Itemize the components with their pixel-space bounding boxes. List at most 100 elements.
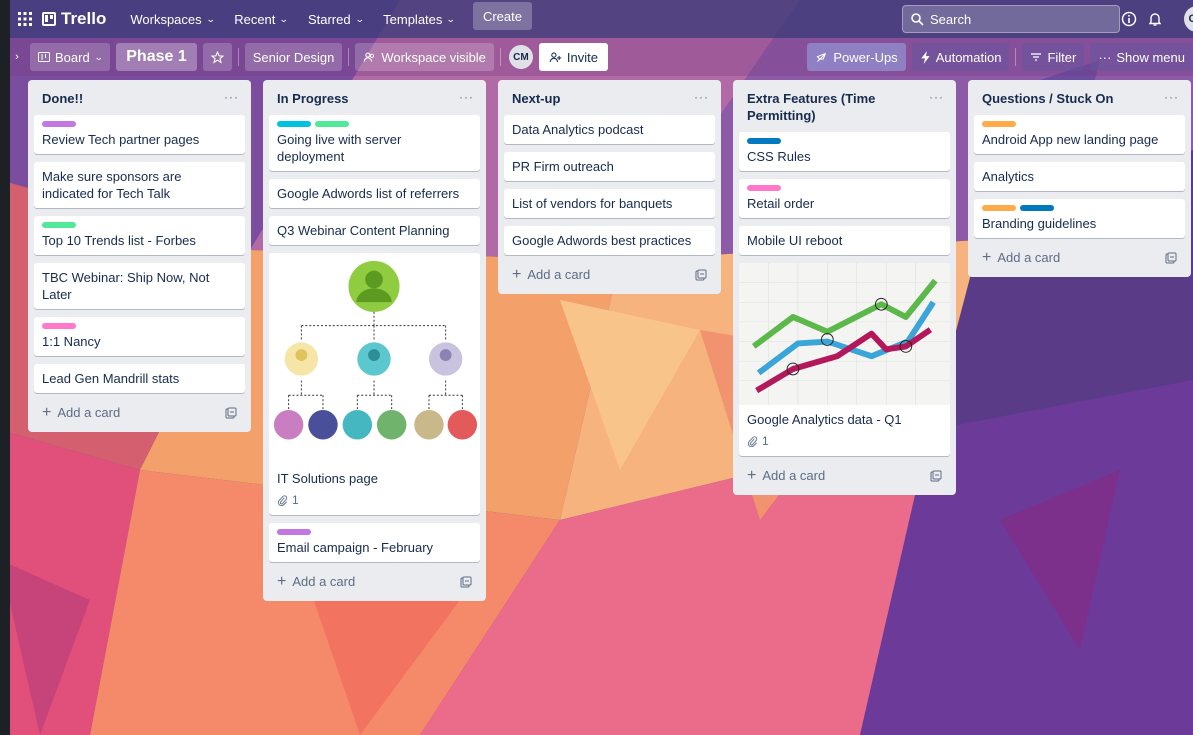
add-card-button[interactable]: + Add a card xyxy=(277,574,355,590)
create-button[interactable]: Create xyxy=(472,2,532,30)
list-menu-icon[interactable]: ··· xyxy=(694,90,709,104)
card[interactable]: Mobile UI reboot xyxy=(739,226,950,255)
card-label-green[interactable] xyxy=(315,121,349,127)
list-title[interactable]: Extra Features (Time Permitting) xyxy=(747,90,929,124)
add-card-button[interactable]: + Add a card xyxy=(982,249,1060,266)
trello-logo[interactable]: Trello xyxy=(42,9,106,29)
starred-menu[interactable]: Starred ⌄ xyxy=(298,3,373,35)
add-card-button[interactable]: + Add a card xyxy=(747,467,825,485)
power-ups-label: Power-Ups xyxy=(833,49,898,65)
filter-icon xyxy=(1031,53,1042,61)
card[interactable]: Make sure sponsors are indicated for Tec… xyxy=(34,162,245,208)
notification-bell-icon[interactable] xyxy=(1144,8,1166,30)
add-card-button[interactable]: + Add a card xyxy=(42,404,120,421)
board-view-switcher[interactable]: Board ⌄ xyxy=(30,43,111,71)
search-input[interactable] xyxy=(930,11,1110,27)
templates-menu[interactable]: Templates ⌄ xyxy=(373,3,465,35)
card[interactable]: Email campaign - February xyxy=(269,523,480,562)
visibility-button[interactable]: Workspace visible xyxy=(355,43,494,71)
create-from-template-icon[interactable] xyxy=(460,576,472,588)
card[interactable]: PR Firm outreach xyxy=(504,152,715,181)
card[interactable]: Data Analytics podcast xyxy=(504,115,715,144)
recent-menu[interactable]: Recent ⌄ xyxy=(224,3,298,35)
plus-icon: + xyxy=(42,404,52,421)
star-board-button[interactable] xyxy=(202,43,232,71)
list-menu-icon[interactable]: ··· xyxy=(929,90,944,104)
card[interactable]: Lead Gen Mandrill stats xyxy=(34,364,245,393)
attachment-badge: 1 xyxy=(277,493,472,507)
card-title: TBC Webinar: Ship Now, Not Later xyxy=(42,270,210,302)
search-box[interactable] xyxy=(902,5,1120,33)
card[interactable]: Google Analytics data - Q1 1 xyxy=(739,263,950,457)
card-label-orange[interactable] xyxy=(982,121,1016,127)
list-menu-icon[interactable]: ··· xyxy=(1164,90,1179,104)
starred-label: Starred xyxy=(307,11,351,27)
card-labels xyxy=(42,222,237,228)
card[interactable]: Top 10 Trends list - Forbes xyxy=(34,216,245,255)
workspaces-label: Workspaces xyxy=(130,11,202,27)
card-labels xyxy=(277,529,472,535)
card[interactable]: Google Adwords best practices xyxy=(504,226,715,255)
card[interactable]: Branding guidelines xyxy=(974,199,1185,238)
app-switcher-icon[interactable] xyxy=(14,8,36,30)
card[interactable]: Analytics xyxy=(974,162,1185,191)
card[interactable]: Retail order xyxy=(739,179,950,218)
create-from-template-icon[interactable] xyxy=(1165,252,1177,264)
card[interactable]: List of vendors for banquets xyxy=(504,189,715,218)
list-header[interactable]: In Progress ··· xyxy=(269,80,480,115)
card-title: Analytics xyxy=(982,169,1035,184)
card-label-blue[interactable] xyxy=(747,138,781,144)
automation-button[interactable]: Automation xyxy=(911,43,1010,71)
board-icon xyxy=(38,52,50,62)
plus-icon: + xyxy=(982,249,992,266)
list-menu-icon[interactable]: ··· xyxy=(459,90,474,104)
list-title[interactable]: In Progress xyxy=(277,90,349,107)
card[interactable]: Android App new landing page xyxy=(974,115,1185,154)
create-from-template-icon[interactable] xyxy=(930,470,942,482)
list-title[interactable]: Next-up xyxy=(512,90,560,107)
list-title[interactable]: Questions / Stuck On xyxy=(982,90,1113,107)
card[interactable]: CSS Rules xyxy=(739,132,950,171)
list-menu-icon[interactable]: ··· xyxy=(224,90,239,104)
card-label-green[interactable] xyxy=(42,222,76,228)
workspace-button[interactable]: Senior Design xyxy=(244,43,343,71)
create-from-template-icon[interactable] xyxy=(695,269,707,281)
list-header[interactable]: Extra Features (Time Permitting) ··· xyxy=(739,80,950,132)
power-ups-button[interactable]: Power-Ups xyxy=(807,43,906,71)
card[interactable]: Review Tech partner pages xyxy=(34,115,245,154)
card[interactable]: Q3 Webinar Content Planning xyxy=(269,216,480,245)
card-label-blue[interactable] xyxy=(1020,205,1054,211)
list-title[interactable]: Done!! xyxy=(42,90,83,107)
member-avatar[interactable]: CM xyxy=(508,45,533,69)
plus-icon: + xyxy=(512,266,522,283)
card[interactable]: Going live with server deployment xyxy=(269,115,480,171)
list-header[interactable]: Done!! ··· xyxy=(34,80,245,115)
card[interactable]: TBC Webinar: Ship Now, Not Later xyxy=(34,263,245,309)
sidebar-expand-icon[interactable]: › xyxy=(10,44,24,70)
board-title[interactable]: Phase 1 xyxy=(116,43,197,71)
list-header[interactable]: Questions / Stuck On ··· xyxy=(974,80,1185,115)
card-label-purple[interactable] xyxy=(277,529,311,535)
card-label-pink[interactable] xyxy=(42,323,76,329)
create-from-template-icon[interactable] xyxy=(225,407,237,419)
card[interactable]: 1:1 Nancy xyxy=(34,317,245,356)
card-label-pink[interactable] xyxy=(747,185,781,191)
board-header: › Board ⌄ Phase 1 Senior Design Workspac… xyxy=(10,38,1193,76)
card-label-orange[interactable] xyxy=(982,205,1016,211)
user-avatar[interactable]: CM xyxy=(1184,6,1193,32)
filter-button[interactable]: Filter xyxy=(1022,43,1085,71)
card-title: Branding guidelines xyxy=(982,216,1097,231)
visibility-label: Workspace visible xyxy=(381,49,486,65)
add-card-button[interactable]: + Add a card xyxy=(512,266,590,283)
info-icon[interactable] xyxy=(1118,8,1140,30)
card[interactable]: IT Solutions page 1 xyxy=(269,253,480,515)
card-label-sky[interactable] xyxy=(277,121,311,127)
card-label-purple[interactable] xyxy=(42,121,76,127)
list-header[interactable]: Next-up ··· xyxy=(504,80,715,115)
show-menu-button[interactable]: ··· Show menu xyxy=(1090,43,1193,71)
workspaces-menu[interactable]: Workspaces ⌄ xyxy=(120,3,224,35)
card[interactable]: Google Adwords list of referrers xyxy=(269,179,480,208)
plus-icon: + xyxy=(747,467,757,485)
card-title: PR Firm outreach xyxy=(512,159,614,174)
invite-button[interactable]: Invite xyxy=(538,43,608,71)
